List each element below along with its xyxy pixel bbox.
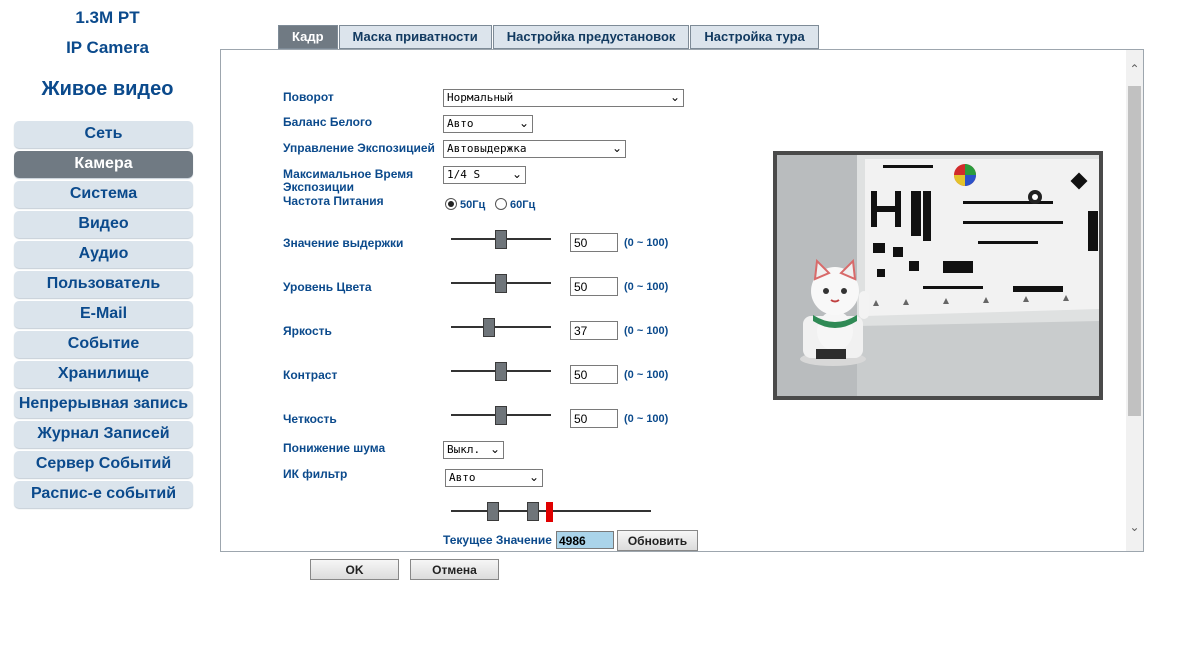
scrollbar-thumb[interactable]	[1128, 86, 1141, 416]
sidebar-item-storage[interactable]: Хранилище	[14, 361, 193, 388]
contrast-range: (0 ~ 100)	[624, 369, 669, 381]
contrast-input[interactable]: 50	[570, 365, 618, 384]
camera-preview-image	[777, 155, 1099, 396]
sharpness-slider-handle[interactable]	[495, 406, 507, 425]
shutter-value-label: Значение выдержки	[283, 236, 404, 250]
ir-current-marker	[546, 502, 553, 522]
sidebar-item-record-log[interactable]: Журнал Записей	[14, 421, 193, 448]
scroll-up-icon[interactable]: ⌃	[1126, 62, 1143, 76]
brightness-range: (0 ~ 100)	[624, 325, 669, 337]
tab-frame[interactable]: Кадр	[278, 25, 338, 49]
brightness-slider-handle[interactable]	[483, 318, 495, 337]
rotation-select[interactable]: Нормальный ⌄	[443, 89, 684, 107]
radio-unselected-icon	[495, 198, 507, 210]
shutter-range: (0 ~ 100)	[624, 237, 669, 249]
panel-scrollbar[interactable]: ⌃ ⌄	[1126, 50, 1143, 551]
white-balance-label: Баланс Белого	[283, 115, 373, 129]
brightness-label: Яркость	[283, 324, 332, 338]
ir-filter-select[interactable]: Авто ⌄	[445, 469, 543, 487]
settings-panel: Поворот Нормальный ⌄ Баланс Белого Авто ⌄ …	[220, 49, 1144, 552]
radio-selected-icon	[445, 198, 457, 210]
live-video-link[interactable]: Живое видео	[0, 78, 215, 101]
sidebar-item-user[interactable]: Пользователь	[14, 271, 193, 298]
cancel-button[interactable]: Отмена	[410, 559, 499, 580]
contrast-slider-handle[interactable]	[495, 362, 507, 381]
white-balance-select[interactable]: Авто ⌄	[443, 115, 533, 133]
current-value-label: Текущее Значение	[443, 533, 552, 547]
sidebar-item-email[interactable]: E-Mail	[14, 301, 193, 328]
noise-reduction-select[interactable]: Выкл. ⌄	[443, 441, 504, 459]
noise-reduction-value: Выкл.	[447, 443, 481, 456]
power-frequency-label: Частота Питания	[283, 194, 384, 208]
chevron-down-icon: ⌄	[528, 470, 539, 484]
ir-threshold-low-handle[interactable]	[487, 502, 499, 521]
tab-bar: Кадр Маска приватности Настройка предуст…	[278, 25, 820, 49]
color-level-slider-handle[interactable]	[495, 274, 507, 293]
radio-50hz[interactable]: 50Гц	[445, 198, 485, 211]
chevron-down-icon: ⌄	[518, 116, 529, 130]
rotation-value: Нормальный	[447, 91, 514, 104]
refresh-button[interactable]: Обновить	[617, 530, 698, 551]
brightness-input[interactable]: 37	[570, 321, 618, 340]
sharpness-range: (0 ~ 100)	[624, 413, 669, 425]
ir-threshold-high-handle[interactable]	[527, 502, 539, 521]
radio-50hz-label: 50Гц	[460, 199, 486, 211]
shutter-value-input[interactable]: 50	[570, 233, 618, 252]
ir-filter-value: Авто	[449, 471, 476, 484]
exposure-control-value: Автовыдержка	[447, 142, 527, 155]
current-value-field: 4986	[556, 531, 614, 549]
sidebar-item-audio[interactable]: Аудио	[14, 241, 193, 268]
sidebar-item-video[interactable]: Видео	[14, 211, 193, 238]
color-level-range: (0 ~ 100)	[624, 281, 669, 293]
camera-model: 1.3M PT	[75, 8, 140, 27]
brightness-slider-track[interactable]	[451, 326, 551, 328]
sharpness-label: Четкость	[283, 412, 337, 426]
sidebar-item-system[interactable]: Система	[14, 181, 193, 208]
scroll-down-icon[interactable]: ⌄	[1126, 520, 1143, 534]
chevron-down-icon: ⌄	[669, 90, 680, 104]
radio-60hz[interactable]: 60Гц	[495, 198, 535, 211]
white-balance-value: Авто	[447, 117, 474, 130]
max-exposure-value: 1/4 S	[447, 168, 481, 181]
sidebar-item-event[interactable]: Событие	[14, 331, 193, 358]
rotation-label: Поворот	[283, 90, 334, 104]
camera-preview	[773, 151, 1103, 400]
exposure-control-select[interactable]: Автовыдержка ⌄	[443, 140, 626, 158]
ir-filter-label: ИК фильтр	[283, 467, 348, 481]
max-exposure-label: Максимальное Время Экспозиции	[283, 167, 414, 194]
shutter-slider-handle[interactable]	[495, 230, 507, 249]
chevron-down-icon: ⌄	[511, 167, 522, 181]
tab-preset-settings[interactable]: Настройка предустановок	[492, 25, 690, 49]
sidebar-item-camera[interactable]: Камера	[14, 151, 193, 178]
sidebar-item-event-schedule[interactable]: Распис-е событий	[14, 481, 193, 508]
tab-tour-settings[interactable]: Настройка тура	[690, 25, 819, 49]
radio-60hz-label: 60Гц	[510, 199, 536, 211]
sidebar-item-network[interactable]: Сеть	[14, 121, 193, 148]
sharpness-input[interactable]: 50	[570, 409, 618, 428]
chevron-down-icon: ⌄	[489, 442, 500, 456]
sidebar-item-event-server[interactable]: Сервер Событий	[14, 451, 193, 478]
exposure-control-label: Управление Экспозицией	[283, 141, 435, 155]
color-level-label: Уровень Цвета	[283, 280, 372, 294]
max-exposure-select[interactable]: 1/4 S ⌄	[443, 166, 526, 184]
chevron-down-icon: ⌄	[611, 141, 622, 155]
sidebar-item-continuous-recording[interactable]: Непрерывная запись	[14, 391, 193, 418]
contrast-label: Контраст	[283, 368, 338, 382]
noise-reduction-label: Понижение шума	[283, 441, 386, 455]
color-level-input[interactable]: 50	[570, 277, 618, 296]
ok-button[interactable]: OK	[310, 559, 399, 580]
tab-privacy-mask[interactable]: Маска приватности	[338, 25, 492, 49]
product-name: IP Camera	[66, 38, 149, 57]
